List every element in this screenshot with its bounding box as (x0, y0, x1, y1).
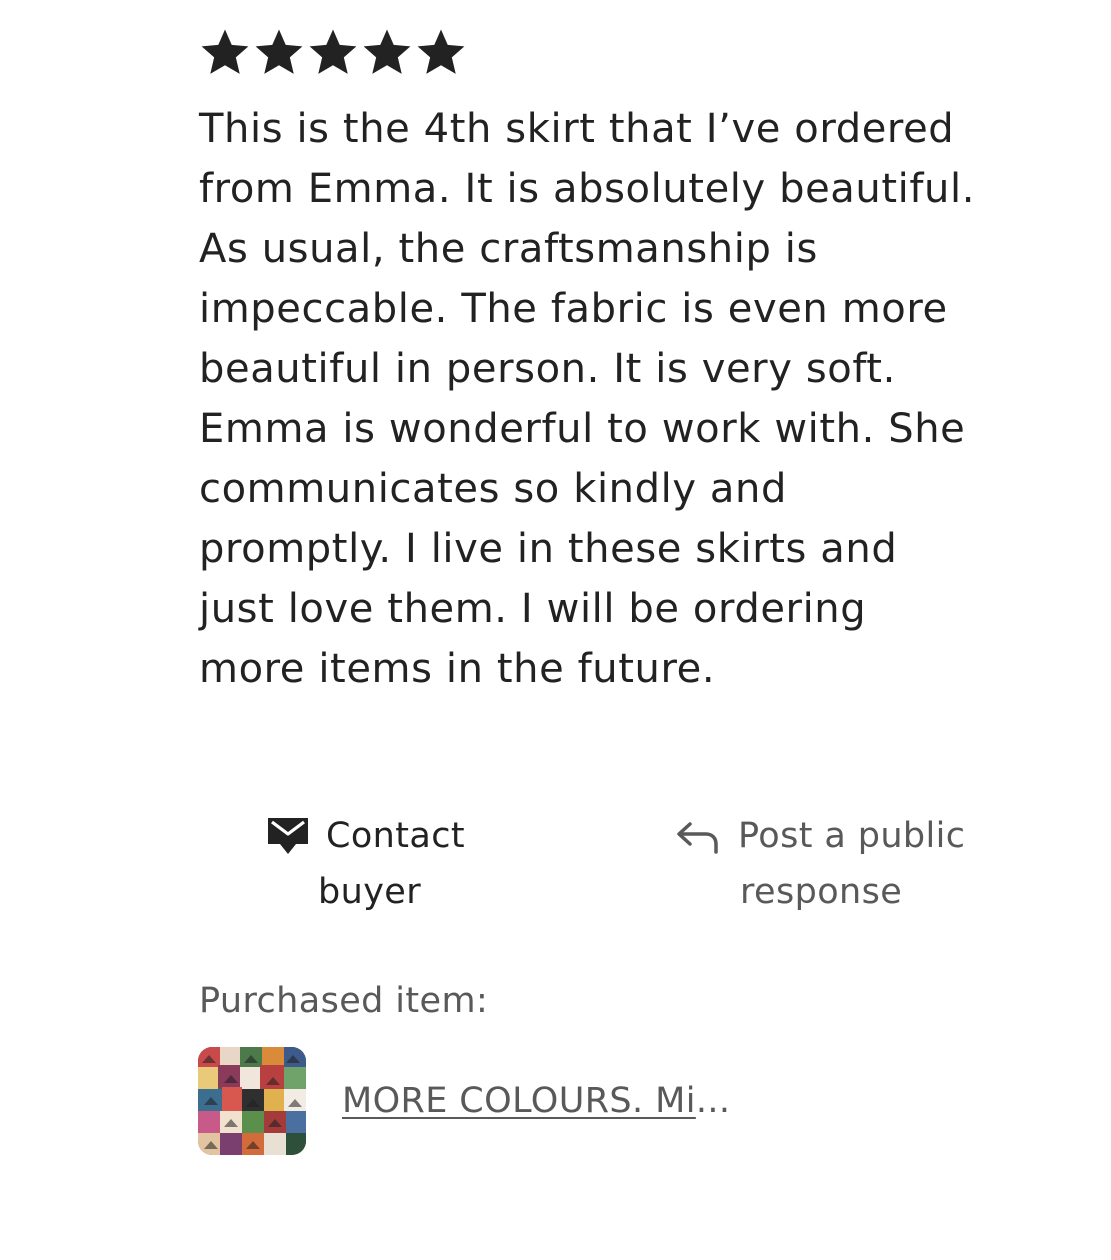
review-text-line: beautiful in person. It is very soft. (199, 346, 896, 392)
star-icon (415, 26, 467, 78)
star-icon (199, 26, 251, 78)
star-icon (361, 26, 413, 78)
review-text-line: more items in the future. (199, 646, 716, 692)
contact-buyer-label: Contact (326, 816, 465, 856)
star-rating (199, 26, 467, 78)
star-icon (307, 26, 359, 78)
review-text-line: from Emma. It is absolutely beautiful. (199, 166, 976, 212)
post-public-response-label: response (740, 872, 903, 912)
contact-buyer-label: buyer (318, 872, 422, 912)
star-icon (253, 26, 305, 78)
purchased-item-link[interactable]: MORE COLOURS. Mi... (342, 1075, 730, 1127)
review-text-line: impeccable. The fabric is even more (199, 286, 948, 332)
post-public-response-label: Post a public (738, 816, 966, 856)
purchased-item-label: Purchased item: (199, 981, 489, 1021)
review-text: This is the 4th skirt that I’ve ordered … (199, 99, 1099, 699)
review-text-line: communicates so kindly and (199, 466, 787, 512)
purchased-item-title: MORE COLOURS. Mi (342, 1081, 696, 1121)
reply-arrow-icon (674, 816, 738, 856)
contact-buyer-button[interactable]: Contact buyer (264, 808, 504, 920)
review-text-line: promptly. I live in these skirts and (199, 526, 898, 572)
review-text-line: just love them. I will be ordering (199, 586, 867, 632)
post-public-response-button[interactable]: Post a public response (674, 808, 1014, 920)
review-text-line: This is the 4th skirt that I’ve ordered (199, 106, 955, 152)
product-thumbnail[interactable] (198, 1047, 306, 1155)
review-text-line: Emma is wonderful to work with. She (199, 406, 966, 452)
purchased-item-ellipsis: ... (695, 1081, 731, 1121)
review-text-line: As usual, the craftsmanship is (199, 226, 818, 272)
message-icon (264, 814, 326, 858)
